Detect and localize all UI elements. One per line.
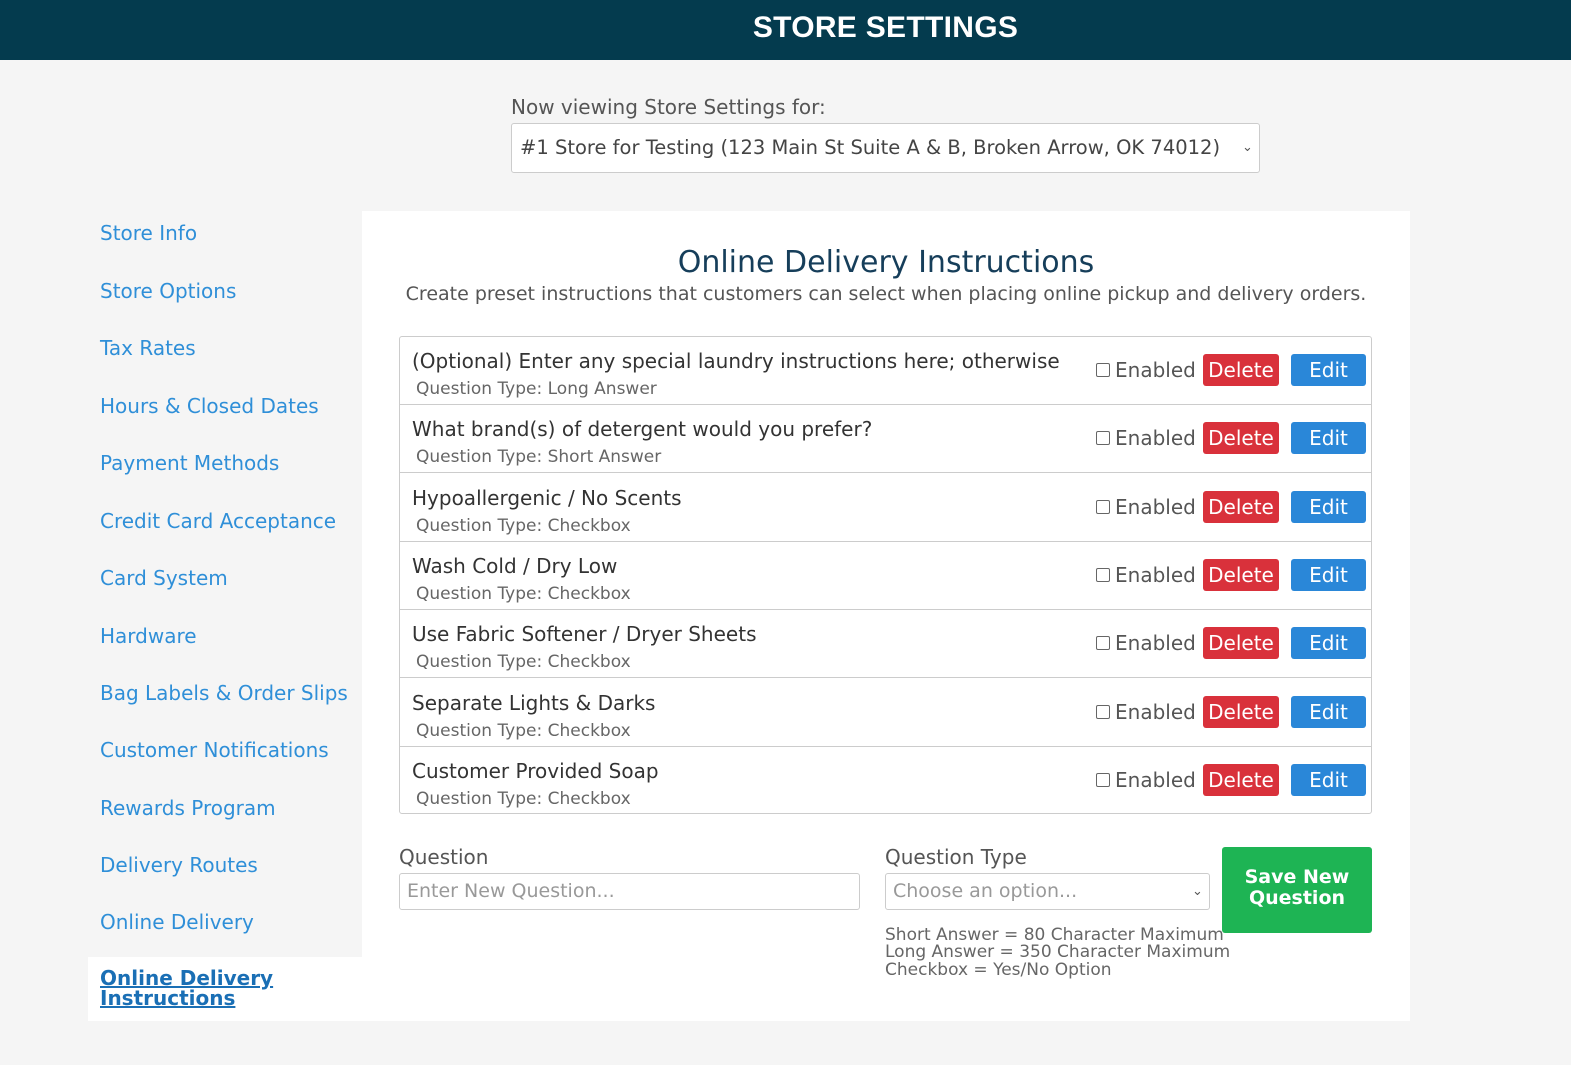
edit-button[interactable]: Edit [1291, 491, 1366, 523]
page-title: STORE SETTINGS [752, 11, 1019, 44]
edit-button[interactable]: Edit [1291, 627, 1366, 659]
chevron-down-icon: ⌄ [1242, 140, 1253, 155]
question-text: (Optional) Enter any special laundry ins… [412, 349, 1059, 373]
store-picker-label: Now viewing Store Settings for: [511, 95, 826, 119]
panel-title: Online Delivery Instructions [677, 245, 1095, 280]
enabled-checkbox[interactable] [1096, 431, 1110, 445]
edit-button[interactable]: Edit [1291, 696, 1366, 728]
new-question-input[interactable]: Enter New Question... [399, 873, 860, 910]
question-type-select[interactable]: Choose an option... ⌄ [885, 873, 1210, 910]
sidebar-item-payment-methods[interactable]: Payment Methods [100, 451, 279, 475]
delete-button[interactable]: Delete [1203, 696, 1279, 728]
enabled-checkbox[interactable] [1096, 500, 1110, 514]
question-text: Customer Provided Soap [412, 759, 659, 783]
delete-button[interactable]: Delete [1203, 559, 1279, 591]
question-type-placeholder: Choose an option... [893, 880, 1078, 902]
question-row: Wash Cold / Dry Low Question Type: Check… [400, 542, 1371, 610]
question-type: Question Type: Checkbox [416, 516, 631, 536]
sidebar-item-hardware[interactable]: Hardware [100, 624, 197, 648]
question-text: Wash Cold / Dry Low [412, 554, 618, 578]
delete-button[interactable]: Delete [1203, 491, 1279, 523]
question-text: Use Fabric Softener / Dryer Sheets [412, 622, 757, 646]
sidebar-item-rewards[interactable]: Rewards Program [100, 796, 276, 820]
question-row: Use Fabric Softener / Dryer Sheets Quest… [400, 610, 1371, 678]
question-type: Question Type: Checkbox [416, 721, 631, 741]
question-row: What brand(s) of detergent would you pre… [400, 405, 1371, 473]
sidebar-item-hours[interactable]: Hours & Closed Dates [100, 394, 319, 418]
question-type: Question Type: Checkbox [416, 652, 631, 672]
enabled-checkbox[interactable] [1096, 636, 1110, 650]
hint-long-answer: Long Answer = 350 Character Maximum [885, 942, 1231, 962]
store-select-value: #1 Store for Testing (123 Main St Suite … [520, 136, 1221, 159]
enabled-checkbox[interactable] [1096, 773, 1110, 787]
question-text: What brand(s) of detergent would you pre… [412, 417, 873, 441]
delete-button[interactable]: Delete [1203, 627, 1279, 659]
chevron-down-icon: ⌄ [1192, 884, 1203, 899]
store-select[interactable]: #1 Store for Testing (123 Main St Suite … [511, 123, 1260, 173]
sidebar-item-delivery-routes[interactable]: Delivery Routes [100, 853, 258, 877]
delete-button[interactable]: Delete [1203, 764, 1279, 796]
hint-checkbox: Checkbox = Yes/No Option [885, 960, 1112, 980]
question-list: (Optional) Enter any special laundry ins… [399, 336, 1372, 814]
question-text: Separate Lights & Darks [412, 691, 656, 715]
question-row: Separate Lights & Darks Question Type: C… [400, 679, 1371, 747]
question-row: (Optional) Enter any special laundry ins… [400, 337, 1371, 405]
new-question-placeholder: Enter New Question... [407, 880, 615, 902]
sidebar-item-online-delivery-instructions[interactable]: Online Delivery Instructions [100, 968, 300, 1008]
enabled-label: Enabled [1115, 563, 1196, 587]
sidebar-item-store-options[interactable]: Store Options [100, 279, 236, 303]
sidebar-item-online-delivery[interactable]: Online Delivery [100, 910, 254, 934]
sidebar-item-bag-labels[interactable]: Bag Labels & Order Slips [100, 681, 348, 705]
question-row: Customer Provided Soap Question Type: Ch… [400, 747, 1371, 815]
edit-button[interactable]: Edit [1291, 764, 1366, 796]
sidebar-item-credit-card[interactable]: Credit Card Acceptance [100, 509, 336, 533]
panel-subtitle: Create preset instructions that customer… [405, 283, 1367, 305]
save-new-question-button[interactable]: Save New Question [1222, 847, 1372, 933]
edit-button[interactable]: Edit [1291, 559, 1366, 591]
edit-button[interactable]: Edit [1291, 422, 1366, 454]
question-type: Question Type: Checkbox [416, 789, 631, 809]
question-type: Question Type: Long Answer [416, 379, 657, 399]
question-type: Question Type: Checkbox [416, 584, 631, 604]
edit-button[interactable]: Edit [1291, 354, 1366, 386]
enabled-label: Enabled [1115, 495, 1196, 519]
enabled-checkbox[interactable] [1096, 705, 1110, 719]
enabled-checkbox[interactable] [1096, 568, 1110, 582]
top-header-bar: STORE SETTINGS [0, 0, 1571, 60]
question-type-label: Question Type [885, 845, 1027, 869]
question-row: Hypoallergenic / No Scents Question Type… [400, 474, 1371, 542]
delete-button[interactable]: Delete [1203, 422, 1279, 454]
enabled-label: Enabled [1115, 768, 1196, 792]
main-panel: Online Delivery Instructions Create pres… [362, 211, 1410, 1021]
enabled-label: Enabled [1115, 700, 1196, 724]
delete-button[interactable]: Delete [1203, 354, 1279, 386]
question-label: Question [399, 845, 489, 869]
enabled-label: Enabled [1115, 426, 1196, 450]
question-type: Question Type: Short Answer [416, 447, 662, 467]
sidebar-item-card-system[interactable]: Card System [100, 566, 228, 590]
enabled-label: Enabled [1115, 358, 1196, 382]
sidebar-item-tax-rates[interactable]: Tax Rates [100, 336, 196, 360]
enabled-label: Enabled [1115, 631, 1196, 655]
enabled-checkbox[interactable] [1096, 363, 1110, 377]
sidebar-item-customer-notifications[interactable]: Customer Notifications [100, 738, 329, 762]
sidebar-item-store-info[interactable]: Store Info [100, 221, 197, 245]
question-text: Hypoallergenic / No Scents [412, 486, 682, 510]
